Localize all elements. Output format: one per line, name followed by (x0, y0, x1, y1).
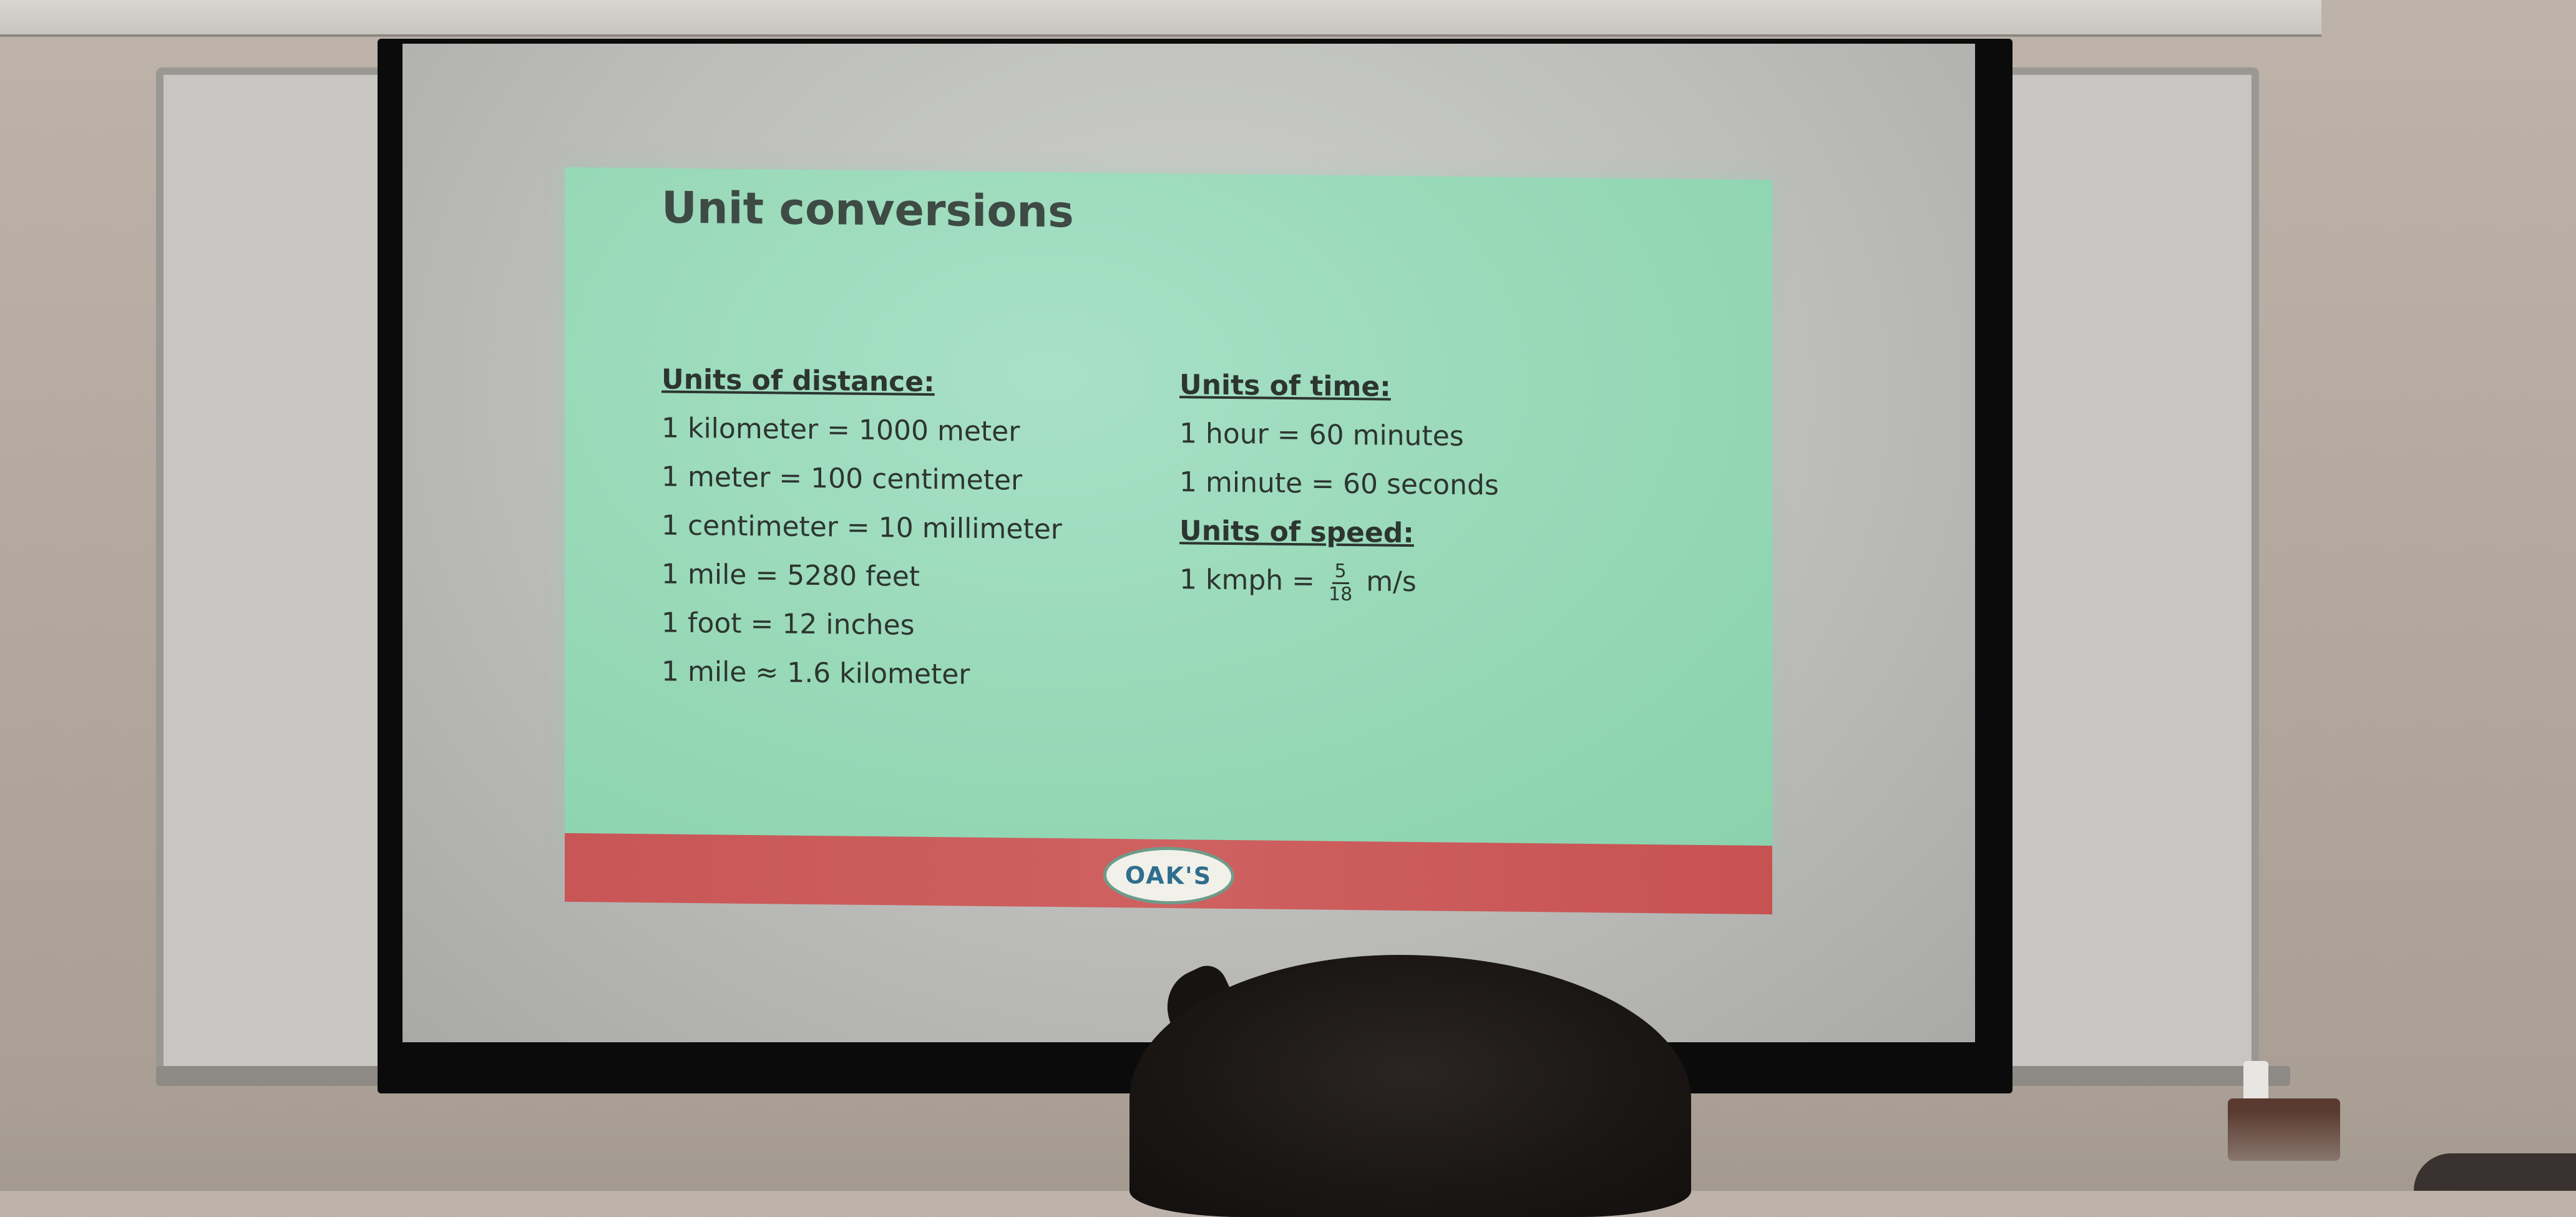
projected-slide: Unit conversions Units of distance: 1 ki… (565, 167, 1772, 915)
distance-line: 1 meter = 100 centimeter (661, 461, 1023, 497)
distance-line: 1 mile = 5280 feet (661, 558, 920, 593)
speed-suffix: m/s (1366, 565, 1417, 599)
speed-fraction: 5 18 (1329, 560, 1352, 605)
distance-line: 1 kilometer = 1000 meter (661, 412, 1020, 448)
slide-title: Unit conversions (661, 182, 1074, 238)
distance-line: 1 mile ≈ 1.6 kilometer (661, 655, 970, 691)
oaks-logo: OAK'S (1103, 846, 1234, 906)
fraction-numerator: 5 (1332, 560, 1349, 584)
distance-column: Units of distance: 1 kilometer = 1000 me… (661, 355, 1062, 700)
logo-text: OAK'S (1125, 861, 1212, 890)
fraction-denominator: 18 (1329, 583, 1353, 605)
time-heading: Units of time: (1179, 369, 1391, 403)
distance-line: 1 centimeter = 10 millimeter (661, 509, 1062, 546)
slide-footer-band: OAK'S (565, 833, 1772, 915)
time-speed-column: Units of time: 1 hour = 60 minutes 1 min… (1179, 361, 1499, 607)
distance-heading: Units of distance: (661, 363, 935, 399)
distance-line: 1 foot = 12 inches (661, 607, 915, 642)
speed-prefix: 1 kmph = (1179, 564, 1315, 597)
speed-heading: Units of speed: (1179, 515, 1414, 550)
time-line: 1 hour = 60 minutes (1179, 418, 1464, 452)
speed-line: 1 kmph = 5 18 m/s (1179, 555, 1499, 607)
ceiling-panel (0, 0, 2321, 37)
time-line: 1 minute = 60 seconds (1179, 466, 1499, 502)
audience-shoulder (2414, 1153, 2576, 1191)
